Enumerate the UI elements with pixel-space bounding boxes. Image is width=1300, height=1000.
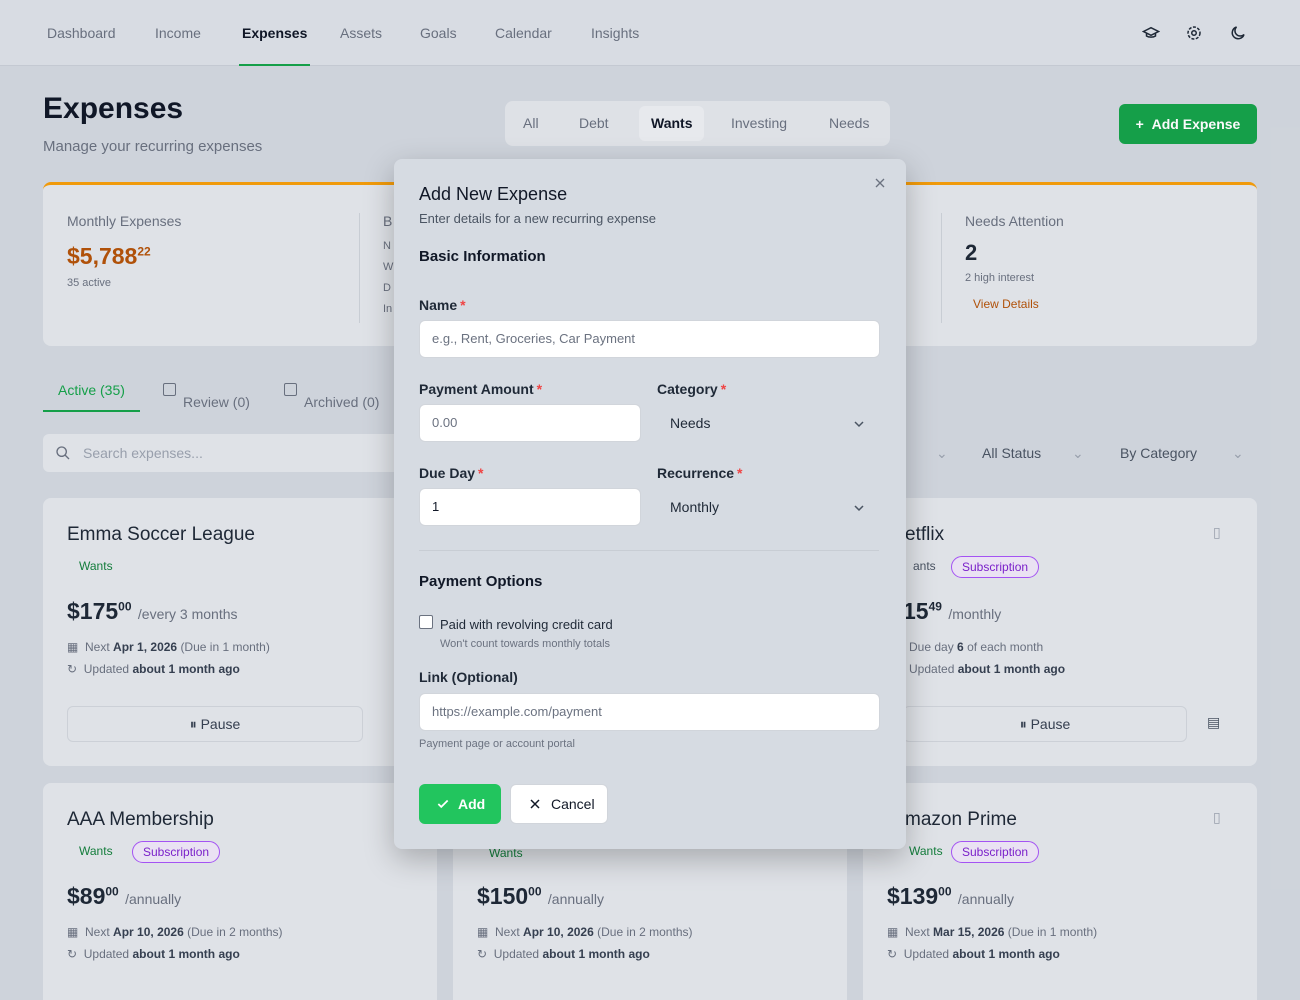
name-label: Name * — [419, 297, 466, 313]
required-mark: * — [460, 297, 466, 313]
category-label-text: Category — [657, 381, 718, 397]
name-label-text: Name — [419, 297, 458, 313]
section-divider — [419, 550, 879, 551]
revolving-credit-hint: Won't count towards monthly totals — [440, 638, 611, 650]
amount-label-text: Payment Amount — [419, 381, 534, 397]
link-hint: Payment page or account portal — [419, 738, 575, 750]
close-icon[interactable] — [872, 175, 888, 191]
recurrence-label: Recurrence * — [657, 465, 743, 481]
revolving-credit-checkbox[interactable] — [419, 615, 433, 629]
cancel-button-label: Cancel — [551, 796, 595, 812]
required-mark: * — [720, 381, 727, 397]
check-icon — [437, 799, 449, 809]
add-button-label: Add — [458, 796, 486, 812]
chevron-down-icon — [854, 505, 864, 512]
add-expense-modal: Add New Expense Enter details for a new … — [394, 159, 906, 849]
cancel-button[interactable]: Cancel — [510, 784, 608, 824]
required-mark: * — [737, 465, 743, 481]
category-select[interactable]: Needs — [657, 404, 879, 442]
close-icon — [530, 799, 540, 809]
modal-subtitle: Enter details for a new recurring expens… — [419, 211, 657, 226]
revolving-credit-label[interactable]: Paid with revolving credit card — [440, 617, 613, 632]
category-value: Needs — [670, 415, 711, 431]
recurrence-value: Monthly — [670, 499, 720, 515]
add-button[interactable]: Add — [419, 784, 501, 824]
recurrence-label-text: Recurrence — [657, 465, 735, 481]
due-day-label-text: Due Day — [419, 465, 476, 481]
name-input[interactable]: e.g., Rent, Groceries, Car Payment — [419, 320, 880, 358]
payment-options-heading: Payment Options — [419, 573, 543, 590]
basic-info-heading: Basic Information — [419, 248, 546, 265]
amount-label: Payment Amount * — [419, 381, 542, 397]
due-day-input[interactable]: 1 — [419, 488, 641, 526]
required-mark: * — [478, 465, 484, 481]
modal-title: Add New Expense — [419, 184, 568, 204]
category-label: Category * — [657, 381, 726, 397]
recurrence-select[interactable]: Monthly — [657, 488, 879, 526]
link-label: Link (Optional) — [419, 669, 518, 685]
due-day-label: Due Day * — [419, 465, 483, 481]
required-mark: * — [536, 381, 543, 397]
amount-input[interactable]: 0.00 — [419, 404, 641, 442]
link-input[interactable]: https://example.com/payment — [419, 693, 880, 731]
chevron-down-icon — [854, 421, 864, 428]
